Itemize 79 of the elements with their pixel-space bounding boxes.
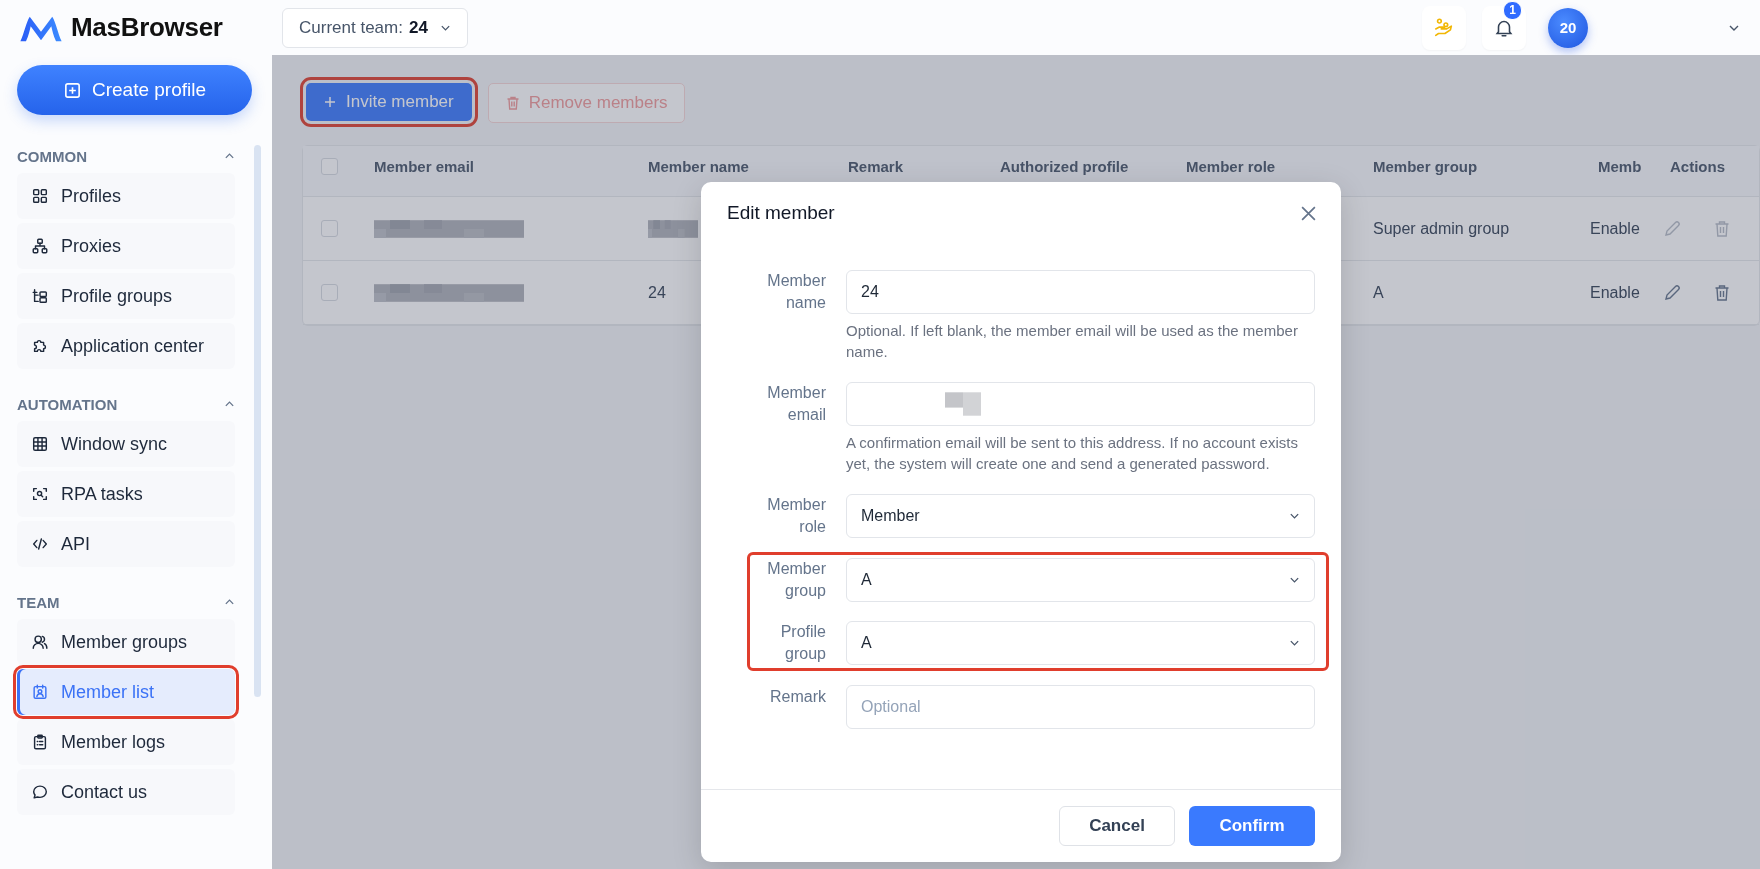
sidebar-item[interactable]: API [17,521,235,567]
dropdown[interactable]: Member [846,494,1315,538]
team-selector[interactable]: Current team: 24 [282,7,468,48]
users-icon [31,633,49,651]
column-header: Authorized profile [1000,158,1129,175]
section-title: COMMON [17,147,87,165]
table-cell: 24 [648,283,666,302]
sidebar-item[interactable]: Member logs [17,719,235,765]
field-label: Profile group [779,622,826,664]
plus-icon [324,96,336,108]
sidebar-item[interactable]: Window sync [17,421,235,467]
field-label: Member name [766,271,826,313]
chevron-down-icon [1289,576,1300,584]
help-text: Optional. If left blank, the member email will be used as the member name. [846,321,1299,362]
checkbox[interactable] [321,284,338,301]
input-field[interactable] [846,382,1315,426]
pencil-icon[interactable] [1662,282,1682,303]
app-name: MasBrowser [71,12,223,43]
sidebar-item[interactable]: Contact us [17,769,235,815]
create-profile-button[interactable]: Create profile [17,65,252,115]
chevron-down-icon [439,23,451,32]
table-cell: A [1373,283,1384,302]
chevron-down-icon [1289,639,1300,647]
checkbox[interactable] [321,158,338,175]
help-text: A confirmation email will be sent to this address. If no account exists yet, the system will create one and send a generated password. [846,433,1299,474]
caret-icon[interactable] [224,598,235,606]
field-label: Member role [766,495,826,537]
dialog-title: Edit member [727,202,835,224]
chevron-down-icon [1289,512,1300,520]
sidebar-item[interactable]: RPA tasks [17,471,235,517]
table-cell: Enable [1590,283,1640,302]
plus-square-icon [62,80,82,100]
caret-icon[interactable] [224,400,235,408]
confirm-button[interactable]: Confirm [1189,806,1315,846]
cancel-button[interactable]: Cancel [1059,806,1175,846]
redacted-text [648,217,698,240]
table-cell: Super admin group [1373,219,1510,238]
column-header: Member group [1373,158,1478,175]
grid-icon [31,187,49,205]
column-header: Member role [1186,158,1276,175]
field-label: Member email [766,383,826,425]
sidebar-item[interactable]: Proxies [17,223,235,269]
table-cell: Enable [1590,219,1640,238]
folder-tree-icon [31,287,49,305]
reward-button[interactable] [1422,5,1466,50]
network-icon [31,237,49,255]
chat-icon [31,783,49,801]
column-header: Remark [848,158,904,175]
sidebar-item[interactable]: Profile groups [17,273,235,319]
caret-icon[interactable] [224,152,235,160]
sidebar-item[interactable]: Application center [17,323,235,369]
column-header: Member email [374,158,475,175]
scan-icon [31,485,49,503]
section-title: AUTOMATION [17,395,118,413]
section-title: TEAM [17,593,60,611]
puzzle-icon [31,337,49,355]
clipboard-icon [31,733,49,751]
sidebar-item[interactable]: Profiles [17,173,235,219]
column-header: Actions [1670,158,1725,175]
notification-count: 1 [1503,0,1522,20]
input-field[interactable]: 24 [846,270,1315,314]
code-icon [31,535,49,553]
field-label: Member group [766,559,826,601]
checkbox[interactable] [321,220,338,237]
dropdown[interactable]: A [846,558,1315,602]
contact-card-icon [31,683,49,701]
chevron-down-icon[interactable] [1728,23,1740,32]
column-header: Member name [648,158,749,175]
scrollbar[interactable] [254,145,261,697]
field-label: Remark [769,687,826,707]
dropdown[interactable]: A [846,621,1315,665]
column-header: Memb [1598,158,1642,175]
redacted-text [945,392,981,416]
sidebar-item[interactable]: Member groups [17,619,235,665]
table-grid-icon [31,435,49,453]
avatar[interactable]: 20 [1548,7,1588,48]
input-field[interactable]: Optional [846,685,1315,729]
close-icon[interactable] [1300,204,1317,222]
hand-coin-icon [1433,16,1455,39]
